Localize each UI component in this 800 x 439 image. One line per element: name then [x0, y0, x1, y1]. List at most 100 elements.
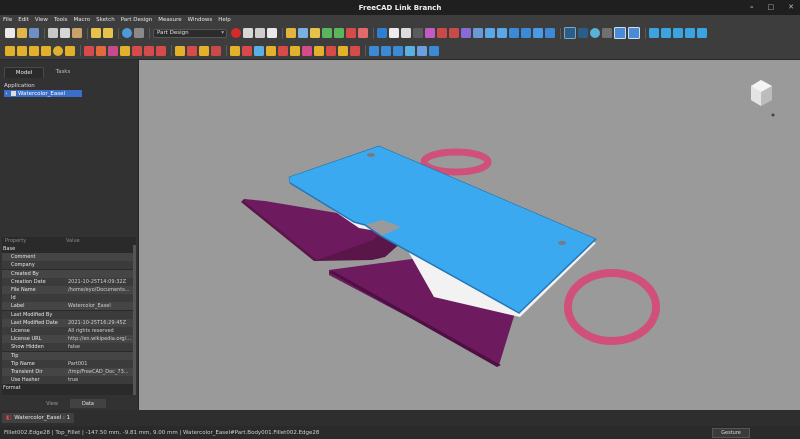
whats-this-icon[interactable] [134, 28, 144, 38]
menu-edit[interactable]: Edit [18, 17, 29, 23]
navigation-style-button[interactable]: Gesture [712, 428, 750, 438]
property-row[interactable]: Creation Date 2021-10-25T14:09:32Z [2, 277, 133, 286]
tab-data[interactable]: Data [70, 399, 106, 408]
additive-loft-icon[interactable] [29, 45, 39, 56]
nav-cube-menu-icon[interactable] [771, 113, 775, 117]
workbench-selector[interactable]: Part Design ▾ [153, 28, 227, 38]
pad-icon[interactable] [5, 45, 15, 56]
property-row[interactable]: Tip Name Part001 [2, 359, 133, 368]
property-row[interactable]: Show Hidden false [2, 343, 133, 352]
property-value[interactable]: false [60, 344, 132, 350]
up-arrow-icon[interactable] [673, 28, 683, 38]
map-sketch-icon[interactable] [393, 45, 403, 56]
property-row[interactable]: Created By [2, 269, 133, 278]
maximize-icon[interactable]: □ [768, 3, 775, 11]
groove-icon[interactable] [108, 45, 118, 56]
menu-help[interactable]: Help [218, 17, 231, 23]
property-row[interactable]: Last Modified Date 2021-10-25T16:29:45Z [2, 318, 133, 327]
property-value[interactable]: Watercolor_Easel [60, 303, 132, 309]
record-macro-icon[interactable] [231, 28, 241, 38]
menu-view[interactable]: View [35, 17, 48, 23]
forward-arrow-icon[interactable] [661, 28, 671, 38]
subtractive-pipe-icon[interactable] [132, 45, 142, 56]
fit-selection-icon[interactable] [389, 28, 399, 38]
box-select-icon[interactable] [578, 28, 588, 38]
create-body-icon[interactable] [286, 28, 296, 38]
right-view-icon[interactable] [545, 28, 555, 38]
property-row[interactable]: License URL http://en.wikipedia.org/... [2, 335, 133, 344]
menu-measure[interactable]: Measure [158, 17, 181, 23]
create-sketch-icon[interactable] [369, 45, 379, 56]
paste-icon[interactable] [72, 28, 82, 38]
polar-pattern-icon[interactable] [199, 45, 209, 56]
tab-model[interactable]: Model [4, 67, 44, 78]
revolution-icon[interactable] [17, 45, 27, 56]
pocket-icon[interactable] [84, 45, 94, 56]
link-actions-icon[interactable] [334, 28, 344, 38]
property-scrollbar[interactable] [133, 245, 136, 395]
menu-tools[interactable]: Tools [54, 17, 68, 23]
measure-angle-icon[interactable] [473, 28, 483, 38]
macros-icon[interactable] [255, 28, 265, 38]
property-row[interactable]: Use Hasher true [2, 376, 133, 385]
measure-toggle-icon[interactable] [449, 28, 459, 38]
additive-pipe-icon[interactable] [41, 45, 51, 56]
chamfer-icon[interactable] [242, 45, 252, 56]
sphere-icon[interactable] [590, 28, 600, 38]
copy-icon[interactable] [60, 28, 70, 38]
pointer-select-icon[interactable] [614, 27, 626, 39]
make-link-icon[interactable] [322, 28, 332, 38]
open-icon[interactable] [17, 28, 27, 38]
property-value[interactable]: /home/eyo/Documents... [60, 287, 132, 293]
sub-shape-binder-icon[interactable] [338, 45, 348, 56]
redo-icon[interactable] [103, 28, 113, 38]
property-row[interactable]: Label Watercolor_Easel [2, 302, 133, 311]
property-row[interactable]: Tip [2, 351, 133, 360]
3d-viewport[interactable] [139, 60, 800, 410]
save-icon[interactable] [29, 28, 39, 38]
property-value[interactable]: 2021-10-25T16:29:45Z [60, 320, 132, 326]
menu-part-design[interactable]: Part Design [121, 17, 153, 23]
thickness-icon[interactable] [266, 45, 276, 56]
tab-tasks[interactable]: Tasks [44, 67, 82, 77]
boolean-icon[interactable] [278, 45, 288, 56]
navigation-cube[interactable] [751, 80, 772, 106]
highlight-select-icon[interactable] [628, 27, 640, 39]
down-arrow-icon[interactable] [685, 28, 695, 38]
top-ring[interactable] [420, 148, 492, 176]
chevron-right-icon[interactable]: › [4, 91, 9, 97]
new-document-icon[interactable] [5, 28, 15, 38]
menu-windows[interactable]: Windows [188, 17, 213, 23]
property-value[interactable]: 2021-10-25T14:09:32Z [60, 279, 132, 285]
create-group-icon[interactable] [310, 28, 320, 38]
cube-icon[interactable] [497, 28, 507, 38]
link-pointer-icon[interactable] [697, 28, 707, 38]
fit-all-icon[interactable] [377, 28, 387, 38]
execute-macro-icon[interactable] [267, 28, 277, 38]
close-icon[interactable]: ✕ [788, 3, 794, 11]
fillet-icon[interactable] [230, 45, 240, 56]
document-tab[interactable]: ◧ Watercolor_Easel : 1 [2, 413, 75, 423]
draw-style-icon[interactable] [401, 28, 411, 38]
datum-line-icon[interactable] [302, 45, 312, 56]
hole-icon[interactable] [96, 45, 106, 56]
property-value[interactable]: Part001 [60, 361, 132, 367]
zoom-icon[interactable] [602, 28, 612, 38]
property-row[interactable]: License All rights reserved [2, 327, 133, 335]
datum-point-icon[interactable] [314, 45, 324, 56]
property-value[interactable]: http://en.wikipedia.org/... [60, 336, 132, 342]
datum-plane-icon[interactable] [290, 45, 300, 56]
property-row[interactable]: File Name/home/eyo/Documents... [2, 286, 133, 294]
minimize-icon[interactable]: – [750, 3, 754, 11]
axonometric-view-icon[interactable] [509, 28, 519, 38]
select-filter-icon[interactable] [564, 27, 576, 39]
import-link-icon[interactable] [358, 28, 368, 38]
right-ring[interactable] [564, 269, 660, 345]
validate-sketch-icon[interactable] [405, 45, 415, 56]
sprocket-icon[interactable] [429, 45, 439, 56]
property-row[interactable]: Last Modified By [2, 310, 133, 319]
property-value[interactable]: /tmp/FreeCAD_Doc_73... [60, 369, 132, 375]
undo-icon[interactable] [91, 28, 101, 38]
unlink-icon[interactable] [346, 28, 356, 38]
front-view-icon[interactable] [521, 28, 531, 38]
